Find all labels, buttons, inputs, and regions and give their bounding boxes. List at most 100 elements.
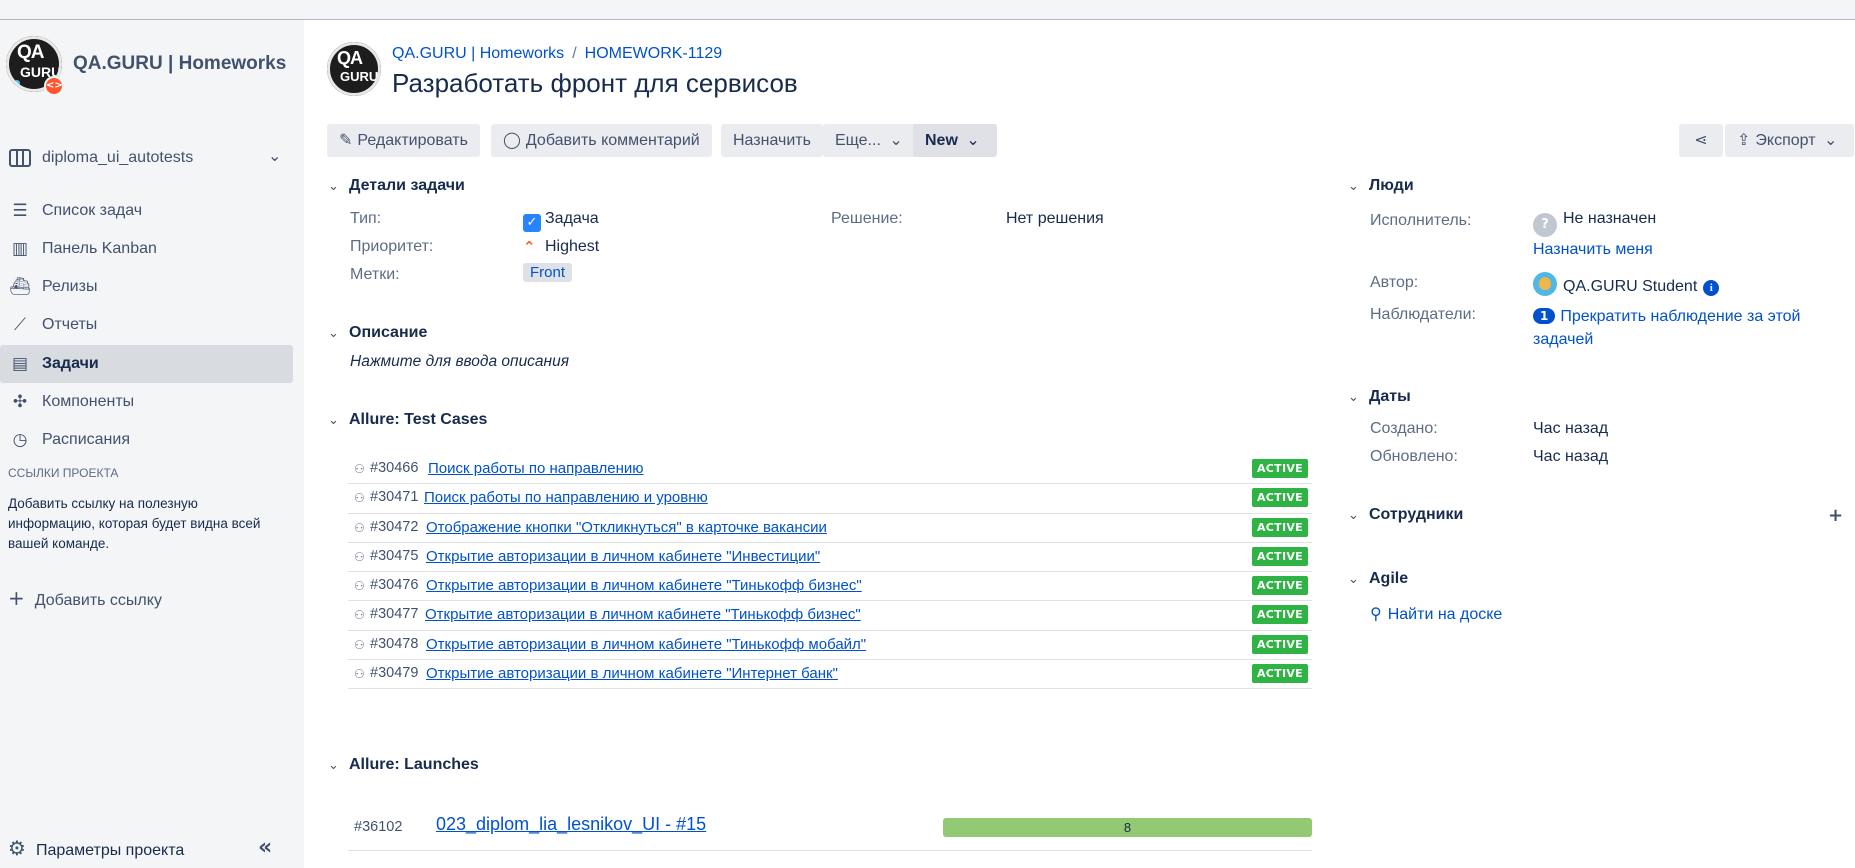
- status-badge: ACTIVE: [1251, 664, 1308, 684]
- find-on-board-link[interactable]: ⚲ Найти на доске: [1370, 604, 1502, 624]
- updated-value: Час назад: [1533, 448, 1609, 465]
- pencil-icon: ✎: [339, 130, 353, 149]
- test-case-link[interactable]: Открытие авторизации в личном кабинете "…: [425, 606, 861, 623]
- label-chip[interactable]: Front: [523, 263, 573, 282]
- description-heading: Описание: [349, 324, 428, 341]
- test-case-link[interactable]: Отображение кнопки "Откликнуться" в карт…: [426, 519, 827, 536]
- people-heading: Люди: [1369, 177, 1414, 194]
- sidebar-item-issues[interactable]: ▤ Задачи: [0, 345, 293, 383]
- board-icon: [9, 149, 31, 167]
- task-checkbox-icon: ✓: [523, 214, 541, 232]
- test-case-link[interactable]: Поиск работы по направлению и уровню: [424, 489, 708, 506]
- add-link-button[interactable]: + Добавить ссылку: [8, 586, 162, 610]
- issues-icon: ▤: [11, 354, 29, 374]
- table-row: ⚇ #30475 Открытие авторизации в личном каб…: [348, 543, 1312, 573]
- status-badge: ACTIVE: [1251, 546, 1308, 566]
- sidebar-item-components[interactable]: ✣ Компоненты: [0, 383, 293, 421]
- test-case-link[interactable]: Открытие авторизации в личном кабинете "…: [426, 636, 866, 653]
- project-settings-label: Параметры проекта: [35, 842, 185, 859]
- status-badge: ACTIVE: [1251, 488, 1308, 508]
- add-link-label: Добавить ссылку: [34, 592, 162, 609]
- dates-section-toggle[interactable]: ⌄ Даты: [1348, 388, 1411, 406]
- priority-highest-icon: ⌃: [523, 238, 536, 256]
- export-button[interactable]: ⇪ Экспорт ⌄: [1725, 124, 1855, 157]
- test-case-link[interactable]: Открытие авторизации в личном кабинете "…: [426, 548, 820, 565]
- status-badge: ACTIVE: [1251, 576, 1308, 596]
- test-case-id: #30477: [370, 606, 419, 623]
- gear-icon: ⚙: [8, 836, 26, 860]
- software-project-icon: <>: [44, 76, 64, 96]
- project-name[interactable]: QA.GURU | Homeworks: [73, 53, 286, 75]
- list-icon: ☰: [12, 201, 28, 221]
- clock-icon: ◷: [12, 430, 28, 450]
- test-case-link[interactable]: Поиск работы по направлению: [428, 460, 644, 477]
- issue-title[interactable]: Разработать фронт для сервисов: [392, 68, 798, 99]
- status-button[interactable]: New ⌄: [913, 124, 997, 157]
- collapse-sidebar-icon[interactable]: «: [258, 835, 272, 860]
- sidebar-item-schedules[interactable]: ◷ Расписания: [0, 421, 293, 459]
- stop-watching-link[interactable]: Прекратить наблюдение за этой задачей: [1533, 308, 1800, 348]
- details-section-toggle[interactable]: ⌄ Детали задачи: [328, 177, 465, 195]
- assign-button[interactable]: Назначить: [721, 124, 823, 157]
- details-heading: Детали задачи: [349, 177, 465, 194]
- browser-top-strip: [0, 0, 1855, 20]
- reporter-value[interactable]: QA.GURU Student i: [1533, 272, 1720, 296]
- sidebar-item-releases[interactable]: ⛴ Релизы: [0, 268, 293, 306]
- status-badge: ACTIVE: [1251, 459, 1308, 478]
- project-links-description: Добавить ссылку на полезную информацию, …: [8, 496, 261, 551]
- status-badge: ACTIVE: [1251, 634, 1308, 654]
- test-case-link[interactable]: Открытие авторизации в личном кабинете "…: [426, 665, 838, 682]
- description-section-toggle[interactable]: ⌄ Описание: [328, 324, 427, 342]
- board-selector[interactable]: diploma_ui_autotests ⌄: [0, 143, 292, 175]
- employees-section-toggle[interactable]: ⌄ Сотрудники: [1348, 506, 1463, 524]
- manual-test-icon: ⚇: [354, 520, 365, 535]
- search-icon: ⚲: [1370, 604, 1382, 623]
- sidebar-item-label: Компоненты: [42, 393, 135, 410]
- more-actions-button[interactable]: Еще... ⌄: [823, 124, 920, 157]
- type-label: Тип:: [350, 210, 382, 227]
- assign-to-me-link[interactable]: Назначить меня: [1533, 241, 1653, 259]
- share-button[interactable]: ⋖: [1679, 124, 1723, 157]
- agile-section-toggle[interactable]: ⌄ Agile: [1348, 570, 1408, 588]
- watchers-count-badge[interactable]: 1: [1533, 308, 1556, 324]
- table-row: ⚇ #30471 Поиск работы по направлению и уро…: [348, 484, 1312, 514]
- breadcrumb-issue-link[interactable]: HOMEWORK-1129: [585, 45, 723, 62]
- manual-test-icon: ⚇: [354, 462, 365, 476]
- project-settings-link[interactable]: ⚙ Параметры проекта: [8, 836, 184, 860]
- status-label: New: [925, 132, 958, 149]
- test-case-id: #30478: [370, 635, 419, 652]
- add-comment-button[interactable]: ◯ Добавить комментарий: [491, 124, 712, 157]
- test-cases-table: ⚇ #30466 Поиск работы по направлению ACTIVE…: [348, 455, 1312, 690]
- priority-value: ⌃ Highest: [523, 238, 599, 256]
- info-icon[interactable]: i: [1703, 280, 1720, 296]
- watchers-label: Наблюдатели:: [1370, 306, 1476, 323]
- test-case-id: #30472: [370, 518, 419, 535]
- people-section-toggle[interactable]: ⌄ Люди: [1348, 177, 1414, 195]
- puzzle-icon: ✣: [12, 392, 28, 412]
- edit-button[interactable]: ✎ Редактировать: [327, 124, 480, 157]
- updated-label: Обновлено:: [1370, 448, 1458, 465]
- launch-id: #36102: [354, 819, 403, 835]
- chevron-down-icon: ⌄: [328, 758, 339, 773]
- description-placeholder[interactable]: Нажмите для ввода описания: [350, 353, 569, 371]
- table-row: ⚇ #30479 Открытие авторизации в личном каб…: [348, 660, 1312, 690]
- sidebar-item-reports[interactable]: ⟋ Отчеты: [0, 306, 293, 344]
- more-label: Еще...: [835, 132, 881, 149]
- test-case-link[interactable]: Открытие авторизации в личном кабинете "…: [426, 577, 862, 594]
- resolution-label: Решение:: [831, 210, 903, 227]
- breadcrumb: QA.GURU | Homeworks / HOMEWORK-1129: [392, 45, 723, 62]
- manual-test-icon: ⚇: [354, 667, 365, 682]
- comment-icon: ◯: [503, 130, 521, 149]
- breadcrumb-project-link[interactable]: QA.GURU | Homeworks: [392, 45, 564, 62]
- launches-section-toggle[interactable]: ⌄ Allure: Launches: [328, 756, 479, 774]
- add-employee-icon[interactable]: +: [1828, 505, 1843, 526]
- status-badge: ACTIVE: [1251, 517, 1308, 537]
- launch-link[interactable]: 023_diplom_lia_lesnikov_UI - #15: [436, 814, 706, 835]
- chevron-down-icon: ⌄: [1348, 508, 1359, 523]
- manual-test-icon: ⚇: [354, 608, 365, 623]
- sidebar-item-kanban[interactable]: ▥ Панель Kanban: [0, 230, 293, 268]
- find-on-board-label: Найти на доске: [1387, 606, 1503, 623]
- test-cases-section-toggle[interactable]: ⌄ Allure: Test Cases: [328, 411, 487, 429]
- table-row: ⚇ #30472 Отображение кнопки "Откликнуться"…: [348, 514, 1312, 543]
- sidebar-item-backlog[interactable]: ☰ Список задач: [0, 192, 293, 230]
